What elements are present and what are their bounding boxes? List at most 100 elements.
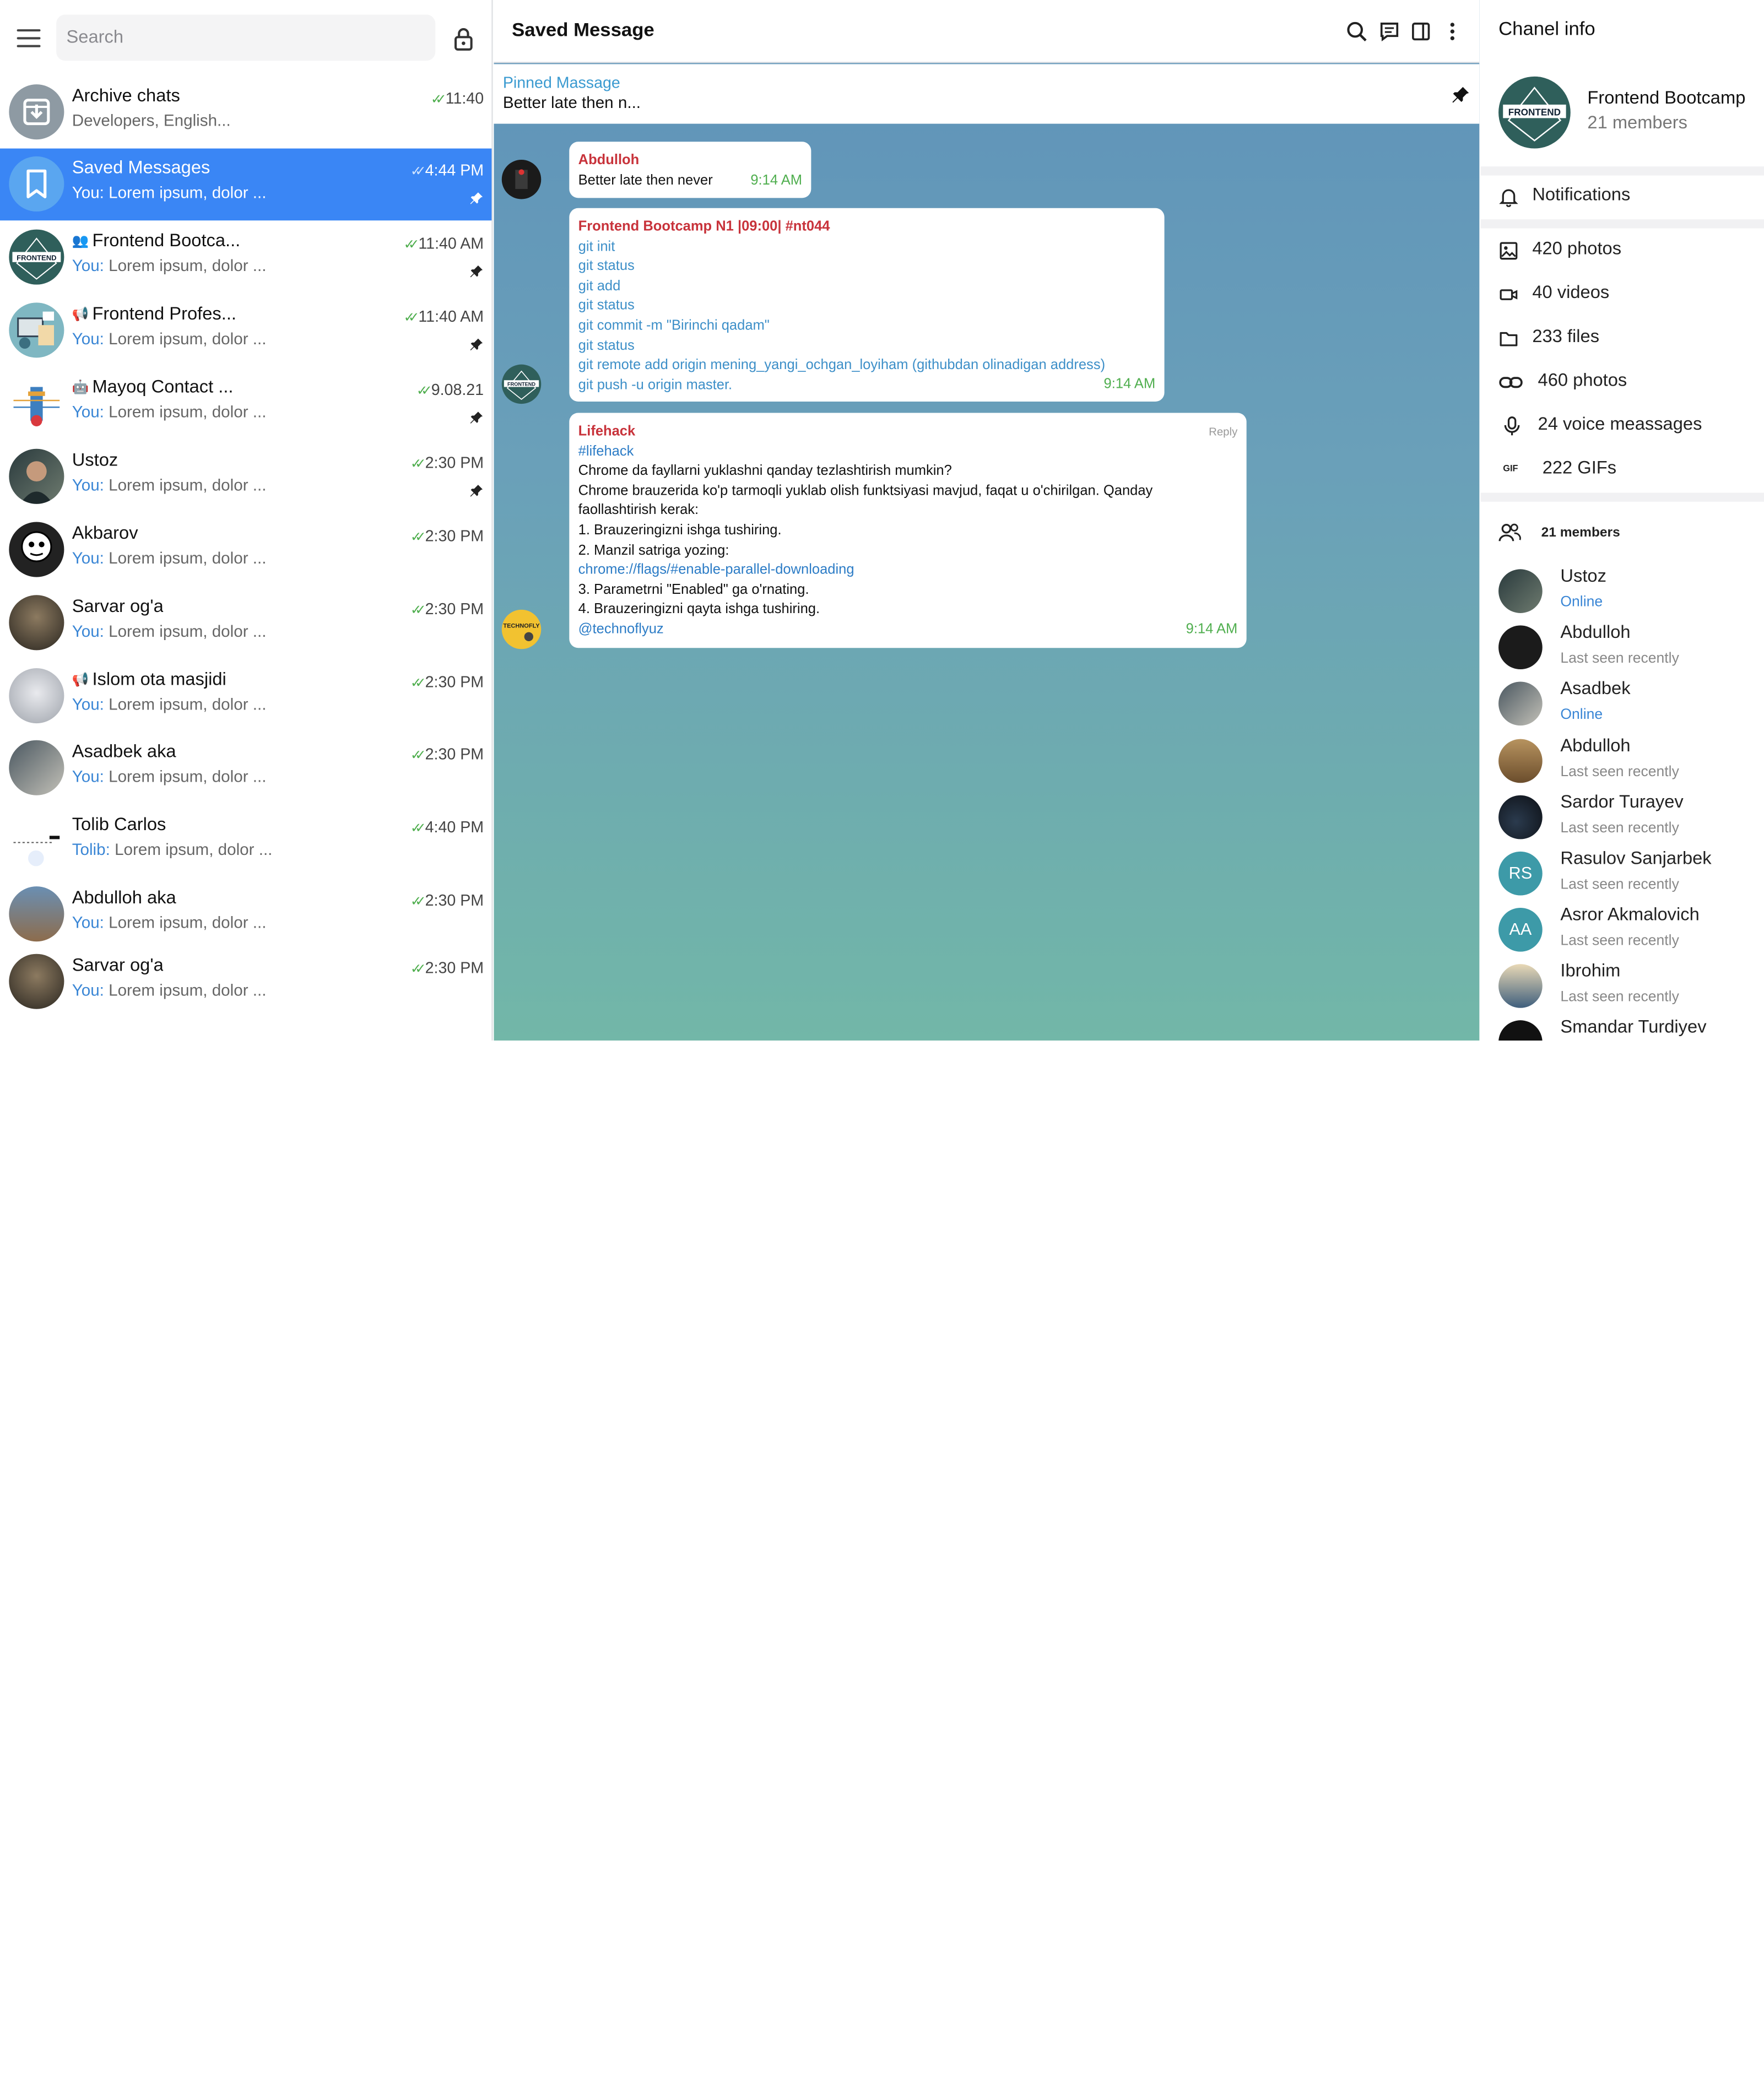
chat-item-sarvar-oga-2[interactable]: Sarvar og'a You: Lorem ipsum, dolor ... … [0, 946, 491, 1018]
notifications-row[interactable]: Notifications [1480, 178, 1764, 216]
member-item[interactable]: Abdulloh Last seen recently [1480, 736, 1764, 790]
message-text: 4. Brauzeringizni qayta ishga tushiring. [578, 601, 820, 617]
chat-list-panel: Archive chats Developers, English... ✓✓1… [0, 0, 493, 1041]
chat-item-frontend-profes[interactable]: 📢 Frontend Profes... You: Lorem ipsum, do… [0, 295, 491, 367]
message-avatar[interactable] [501, 159, 542, 199]
lock-icon[interactable] [452, 27, 475, 52]
members-icon [1498, 523, 1521, 541]
hashtag-link[interactable]: #lifehack [578, 442, 1238, 462]
bell-icon [1499, 189, 1518, 207]
channel-info-panel: Chanel info FRONTEND Frontend Bootcamp 2… [1480, 0, 1764, 1041]
svg-text:TECHNOFLY: TECHNOFLY [503, 622, 540, 629]
chat-preview: You: Lorem ipsum, dolor ... [72, 696, 267, 714]
url-link[interactable]: chrome://flags/#enable-parallel-download… [578, 560, 1238, 580]
member-item[interactable]: RS Rasulov Sanjarbek Last seen recently [1480, 848, 1764, 902]
message-bubble[interactable]: Reply Lifehack #lifehack Chrome da fayll… [569, 413, 1247, 648]
read-check-icon: ✓✓ [410, 163, 426, 179]
chat-time: ✓✓ 11:40 AM [403, 307, 484, 326]
link-icon [1499, 377, 1523, 388]
member-item[interactable]: Abdulloh Last seen recently [1480, 622, 1764, 676]
sidebar-toggle-icon[interactable] [1410, 20, 1432, 43]
folder-icon [1500, 332, 1518, 346]
divider [1480, 219, 1764, 229]
more-icon[interactable] [1441, 20, 1464, 43]
member-name: Smandar Turdiyev [1560, 1018, 1707, 1037]
chat-time: ✓✓ 4:44 PM [410, 161, 484, 179]
chat-item-tolib-carlos[interactable]: Tolib Carlos Tolib: Lorem ipsum, dolor .… [0, 805, 491, 878]
mention-link[interactable]: @technoflyuz [578, 620, 1238, 640]
message-time: 9:14 AM [1103, 376, 1156, 392]
chat-item-islom-ota-masjidi[interactable]: 📢 Islom ota masjidi You: Lorem ipsum, dol… [0, 660, 491, 733]
media-label: 40 videos [1532, 283, 1610, 303]
member-avatar [1498, 569, 1543, 613]
search-input[interactable] [56, 14, 436, 61]
message-bubble[interactable]: Frontend Bootcamp N1 |09:00| #nt044 git … [569, 208, 1165, 402]
member-avatar [1498, 795, 1543, 839]
chat-item-mayoq-contact[interactable]: 🤖 Mayoq Contact ... You: Lorem ipsum, dol… [0, 368, 491, 440]
chat-item-asadbek-aka[interactable]: Asadbek aka You: Lorem ipsum, dolor ... … [0, 732, 491, 804]
megaphone-icon: 📢 [72, 306, 89, 322]
channel-member-count: 21 members [1587, 113, 1687, 133]
chat-preview: You: Lorem ipsum, dolor ... [72, 768, 267, 787]
archive-icon [9, 84, 64, 140]
pin-icon[interactable] [1452, 85, 1470, 104]
member-name: Asror Akmalovich [1560, 905, 1700, 925]
chat-item-saved-messages[interactable]: Saved Messages You: Lorem ipsum, dolor .… [0, 148, 492, 221]
read-check-icon: ✓✓ [410, 602, 426, 618]
channel-logo[interactable]: FRONTEND [1498, 76, 1571, 149]
chat-item-ustoz[interactable]: Ustoz You: Lorem ipsum, dolor ... ✓✓ 2:30… [0, 441, 491, 513]
menu-icon[interactable] [17, 29, 41, 47]
chat-preview: You: Lorem ipsum, dolor ... [72, 982, 267, 1000]
member-item[interactable]: Sardor Turayev Last seen recently [1480, 792, 1764, 846]
read-check-icon: ✓✓ [430, 91, 447, 107]
message-text: git status [578, 258, 635, 274]
chat-item-archive[interactable]: Archive chats Developers, English... ✓✓ 1… [0, 77, 491, 149]
svg-text:FRONTEND: FRONTEND [17, 253, 56, 262]
chat-avatar [9, 740, 64, 795]
read-check-icon: ✓✓ [410, 528, 426, 545]
read-check-icon: ✓✓ [416, 382, 432, 398]
conversation-title: Saved Message [512, 19, 654, 41]
media-videos-row[interactable]: 40 videos [1480, 275, 1764, 313]
message-text: faollashtirish kerak: [578, 502, 699, 518]
member-item[interactable]: AA Asror Akmalovich Last seen recently [1480, 904, 1764, 958]
message-text: git status [578, 297, 635, 313]
chat-item-sarvar-oga[interactable]: Sarvar og'a You: Lorem ipsum, dolor ... … [0, 587, 491, 659]
pinned-message-bar[interactable]: Pinned Massage Better late then n... [494, 64, 1480, 124]
member-item[interactable]: Ustoz Online [1480, 566, 1764, 620]
chat-preview: You: Lorem ipsum, dolor ... [72, 550, 267, 568]
chat-item-frontend-bootcamp[interactable]: FRONTEND 👥 Frontend Bootca... You: Lorem … [0, 221, 491, 294]
message-bubble[interactable]: Abdulloh Better late then never 9:14 AM [569, 142, 811, 198]
read-check-icon: ✓✓ [410, 675, 426, 691]
member-avatar: RS [1498, 851, 1543, 896]
media-links-row[interactable]: 460 photos [1480, 364, 1764, 402]
chat-item-akbarov[interactable]: Akbarov You: Lorem ipsum, dolor ... ✓✓ 2:… [0, 514, 491, 586]
chat-preview: You: Lorem ipsum, dolor ... [72, 623, 267, 641]
read-check-icon: ✓✓ [410, 456, 426, 472]
message-avatar[interactable]: FRONTEND [501, 364, 542, 404]
member-item[interactable]: Asadbek Online [1480, 678, 1764, 732]
pin-icon [470, 265, 483, 278]
media-gifs-row[interactable]: GIF 222 GIFs [1480, 451, 1764, 489]
comment-icon[interactable] [1378, 20, 1401, 43]
chat-item-abdulloh-aka[interactable]: Abdulloh aka You: Lorem ipsum, dolor ...… [0, 879, 491, 951]
chat-time: ✓✓ 4:40 PM [410, 817, 484, 836]
chat-name: Asadbek aka [72, 742, 176, 762]
panel-title: Chanel info [1498, 18, 1595, 40]
member-avatar [1498, 964, 1543, 1008]
media-photos-row[interactable]: 420 photos [1480, 232, 1764, 270]
chat-preview: Developers, English... [72, 112, 231, 131]
member-status: Last seen recently [1560, 931, 1679, 949]
reply-button[interactable]: Reply [1209, 423, 1237, 443]
message-text: git push -u origin master. [578, 376, 733, 393]
media-files-row[interactable]: 233 files [1480, 319, 1764, 358]
message-avatar[interactable]: TECHNOFLY [501, 609, 542, 649]
pin-icon [470, 338, 483, 351]
member-status: Last seen recently [1560, 875, 1679, 892]
message-text: git add [578, 277, 621, 294]
media-voice-row[interactable]: 24 voice meassages [1480, 407, 1764, 445]
member-item[interactable]: Ibrohim Last seen recently [1480, 961, 1764, 1015]
chat-name: Akbarov [72, 524, 138, 544]
member-item[interactable]: Smandar Turdiyev [1480, 1017, 1764, 1041]
search-icon[interactable] [1345, 20, 1368, 43]
